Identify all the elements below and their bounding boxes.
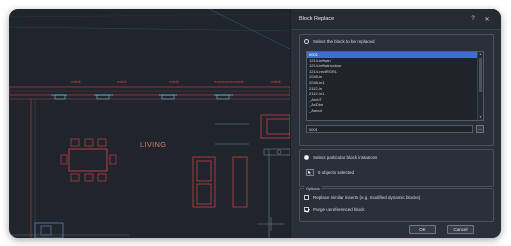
scroll-up-icon[interactable]: ▲: [478, 52, 483, 57]
options-legend: Options: [304, 186, 322, 191]
app-window: ndtdk ndtdk ndtdk frameworkneddk ndtdk L…: [9, 9, 501, 238]
replace-similar-row[interactable]: Replace similar inserts (e.g. modified d…: [304, 195, 420, 200]
dimension-label: ndtdk: [71, 79, 81, 84]
help-button[interactable]: ?: [466, 16, 480, 22]
block-name-field[interactable]: 0001: [306, 125, 473, 133]
particular-instances-label: Select particular block instances: [313, 155, 378, 160]
replace-similar-label: Replace similar inserts (e.g. modified d…: [313, 195, 421, 200]
purge-row[interactable]: Purge unreferenced block: [304, 207, 365, 212]
cancel-button[interactable]: Cancel: [447, 225, 474, 234]
close-button[interactable]: ✕: [480, 16, 494, 23]
scrollbar-thumb[interactable]: [479, 58, 482, 92]
dimension-label: ndtdk: [169, 79, 179, 84]
replace-block-group: Select the block to be replaced 0001 1214…: [299, 34, 494, 146]
scroll-down-icon[interactable]: ▼: [478, 115, 483, 120]
dialog-titlebar[interactable]: Block Replace ? ✕: [291, 9, 501, 30]
dialog-title: Block Replace: [299, 16, 335, 22]
particular-instances-radio-row[interactable]: Select particular block instances: [304, 155, 377, 160]
instances-group: Select particular block instances 5 obje…: [299, 149, 494, 187]
select-objects-row: 5 objects selected: [306, 169, 354, 176]
options-group: Options Replace similar inserts (e.g. mo…: [299, 186, 494, 222]
list-scrollbar[interactable]: ▲ ▼: [477, 52, 483, 120]
particular-instances-radio[interactable]: [304, 155, 309, 160]
block-list[interactable]: 0001 1214-leftwin 1214-leftwincolour 1214-r…: [306, 51, 484, 121]
select-block-radio[interactable]: [304, 39, 309, 44]
cursor-select-icon: [308, 170, 311, 175]
dimension-label: frameworkneddk: [214, 79, 244, 84]
select-block-radio-row[interactable]: Select the block to be replaced: [304, 39, 375, 44]
purge-label: Purge unreferenced block: [313, 207, 365, 212]
block-replace-dialog: Block Replace ? ✕ Select the block to be…: [290, 9, 501, 238]
select-block-radio-label: Select the block to be replaced: [313, 39, 375, 44]
dimension-label: ndtdk: [271, 79, 281, 84]
ok-button[interactable]: OK: [409, 225, 436, 234]
objects-selected-label: 5 objects selected: [318, 170, 355, 175]
select-objects-button[interactable]: [306, 169, 314, 176]
replace-similar-checkbox[interactable]: [304, 195, 309, 200]
room-label: LIVING: [140, 140, 167, 149]
purge-checkbox[interactable]: [304, 207, 309, 212]
pick-block-button[interactable]: …: [476, 125, 484, 133]
block-list-item[interactable]: _Annot: [307, 108, 483, 114]
dimension-label: ndtdk: [117, 79, 127, 84]
